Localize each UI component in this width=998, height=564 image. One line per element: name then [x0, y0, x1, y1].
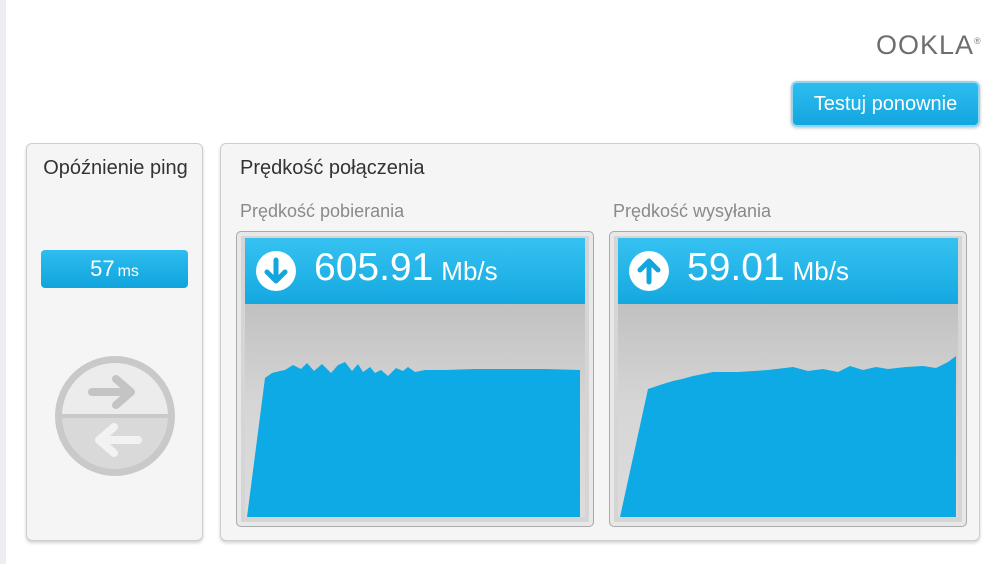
ping-value-badge: 57 ms [41, 250, 188, 288]
retest-button[interactable]: Testuj ponownie [791, 81, 980, 127]
download-unit: Mb/s [441, 256, 498, 286]
logo-text: OOKLA [876, 30, 975, 60]
ping-arrows-icon [55, 356, 175, 476]
arrow-down-icon [256, 251, 296, 291]
window-edge [0, 0, 6, 564]
upload-value: 59.01 [687, 246, 785, 289]
ookla-logo: OOKLA® [876, 30, 981, 62]
download-gauge: 605.91 Mb/s [236, 231, 594, 527]
arrow-up-icon [629, 251, 669, 291]
download-header: 605.91 Mb/s [245, 238, 585, 304]
upload-value-display: 59.01 Mb/s [687, 246, 849, 290]
upload-header: 59.01 Mb/s [618, 238, 958, 304]
download-value: 605.91 [314, 246, 434, 289]
download-label: Prędkość pobierania [240, 201, 405, 221]
upload-gauge: 59.01 Mb/s [609, 231, 967, 527]
ping-unit: ms [117, 263, 139, 280]
ping-value: 57 [90, 256, 115, 281]
download-graph-area [247, 362, 580, 517]
ping-panel: Opóźnienie ping 57 ms [26, 143, 203, 541]
upload-graph-area [620, 356, 956, 517]
upload-unit: Mb/s [792, 256, 849, 286]
speed-panel: Prędkość połączenia Prędkość pobierania … [220, 143, 980, 541]
logo-registered-mark: ® [974, 36, 982, 46]
ping-title: Opóźnienie ping [43, 157, 188, 179]
download-value-display: 605.91 Mb/s [314, 246, 498, 290]
speed-title: Prędkość połączenia [240, 157, 425, 179]
upload-label: Prędkość wysyłania [613, 201, 772, 221]
